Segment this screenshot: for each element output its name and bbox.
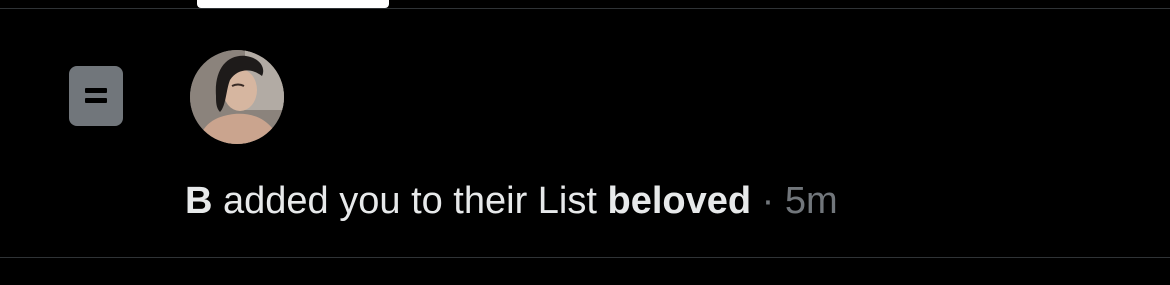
- timestamp: 5m: [784, 180, 838, 222]
- action-text: added you to their List: [212, 180, 608, 222]
- avatar[interactable]: [190, 50, 284, 144]
- list-icon: [69, 66, 123, 126]
- divider: [0, 257, 1170, 258]
- separator-dot: ·: [751, 180, 785, 222]
- notification-text: B added you to their List beloved · 5m: [185, 179, 838, 223]
- notification-item[interactable]: B added you to their List beloved · 5m: [0, 9, 1170, 257]
- list-name[interactable]: beloved: [607, 180, 751, 222]
- active-tab-indicator: [197, 0, 389, 8]
- actor-name[interactable]: B: [185, 180, 212, 222]
